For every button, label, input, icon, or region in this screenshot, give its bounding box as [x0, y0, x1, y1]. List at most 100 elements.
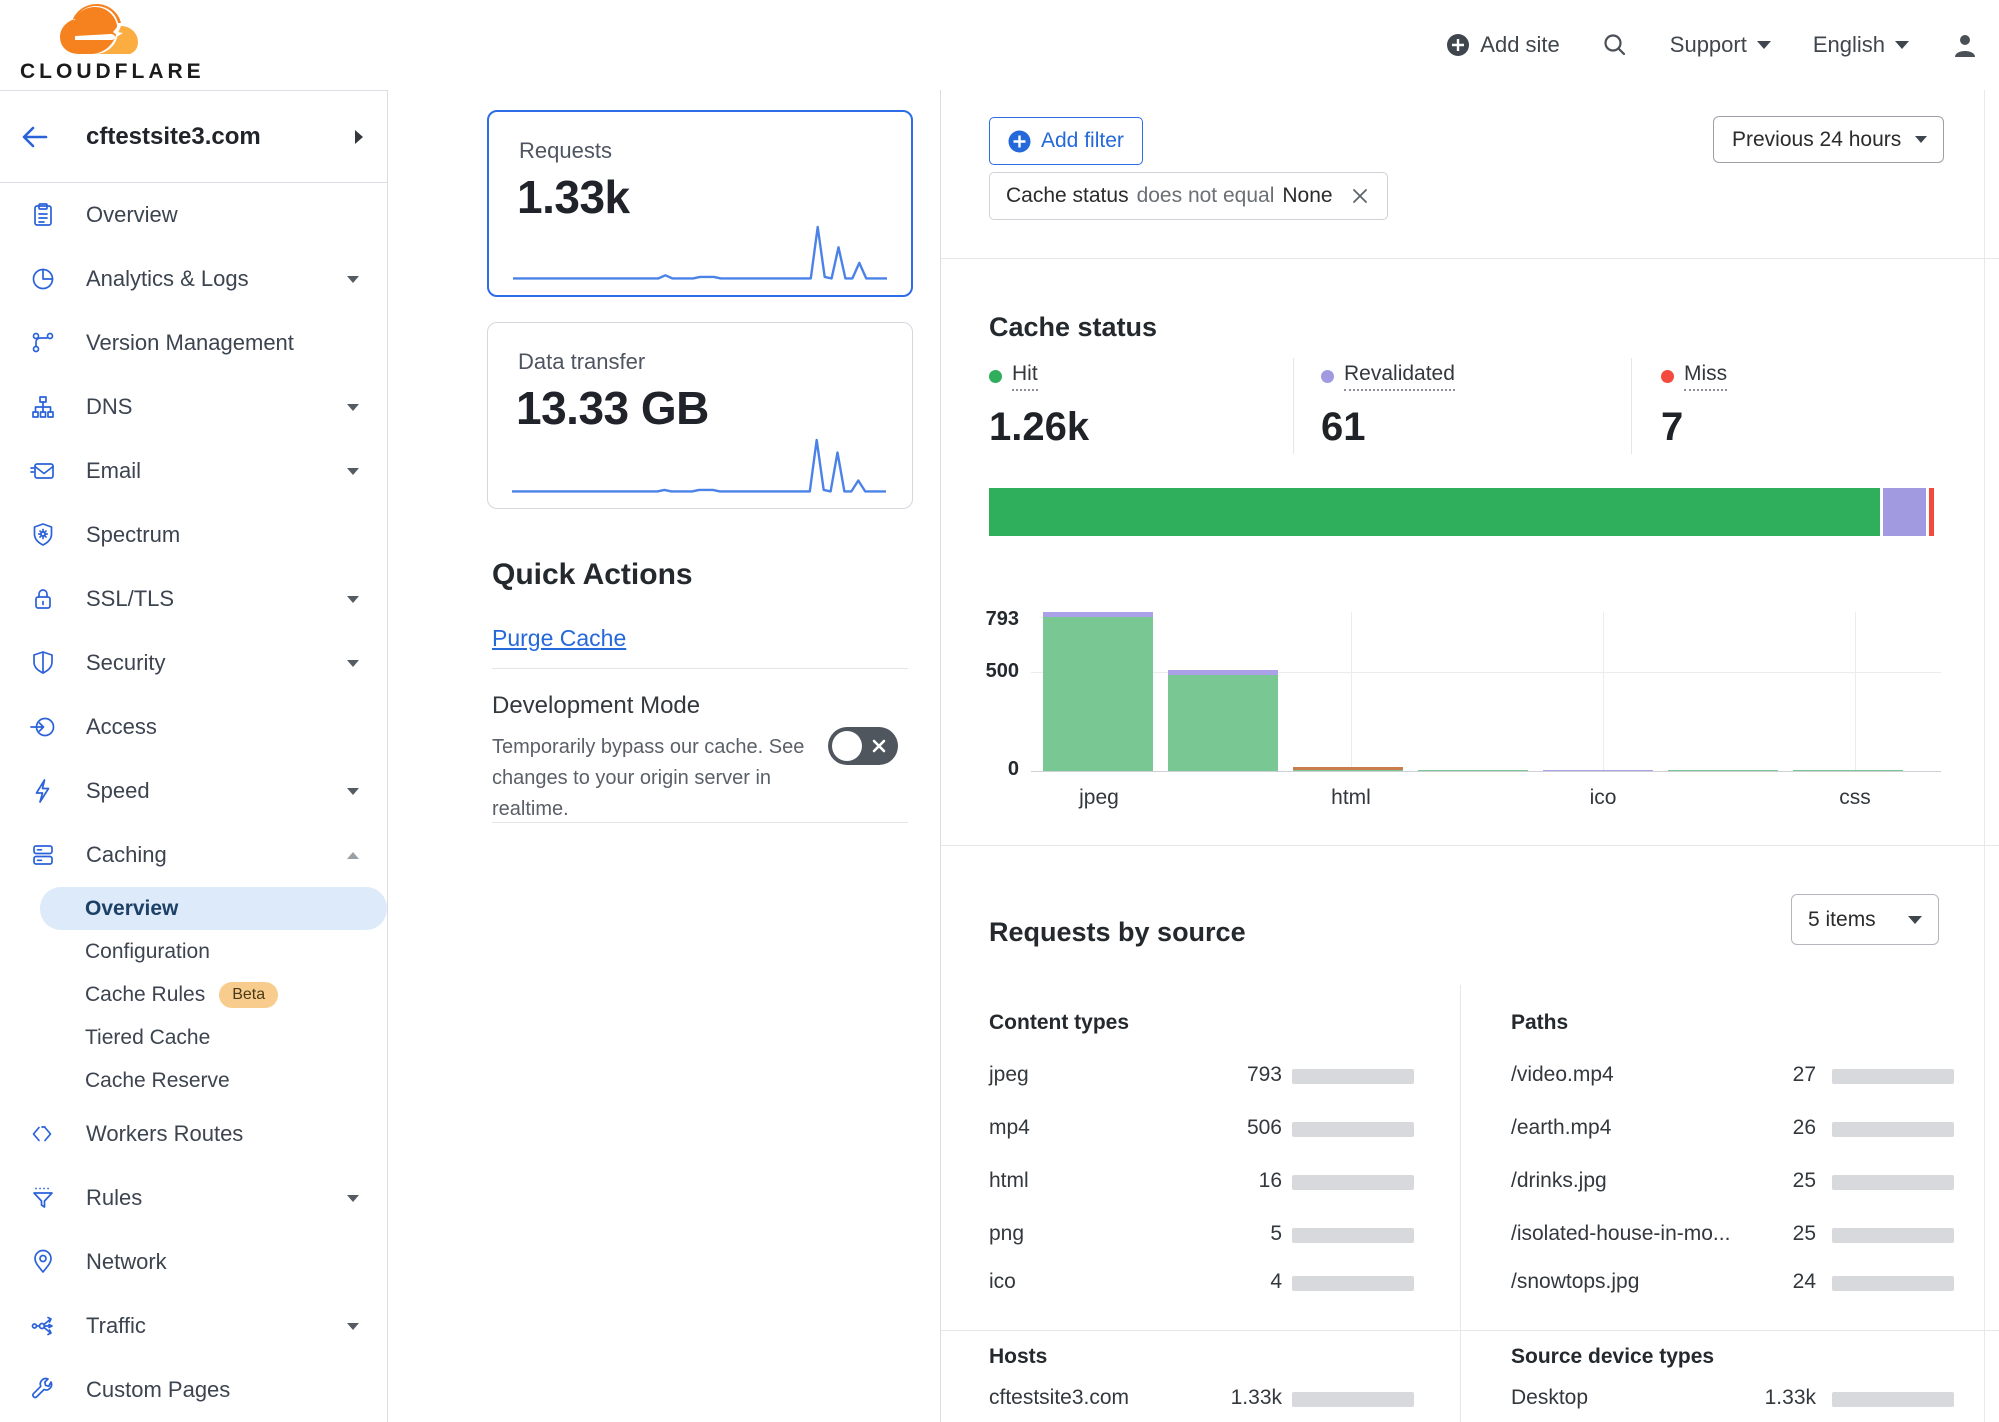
- add-filter-button[interactable]: Add filter: [989, 117, 1143, 165]
- sidebar-item-overview[interactable]: Overview: [0, 183, 387, 247]
- items-count-dropdown[interactable]: 5 items: [1791, 894, 1939, 945]
- sidebar-item-speed[interactable]: Speed: [0, 759, 387, 823]
- chevron-down-icon: [347, 788, 359, 795]
- stat-revalidated-label[interactable]: Revalidated: [1344, 362, 1455, 391]
- toggle-knob: [832, 731, 862, 761]
- device-types-header: Source device types: [1511, 1345, 1714, 1369]
- sidebar-subitem-label: Cache Rules: [85, 983, 205, 1007]
- sidebar-item-network[interactable]: Network: [0, 1230, 387, 1294]
- sidebar: cftestsite3.com Overview Analytics & Log…: [0, 90, 388, 1422]
- purge-cache-link[interactable]: Purge Cache: [492, 625, 626, 652]
- envelope-icon: [30, 458, 56, 484]
- data-transfer-card[interactable]: Data transfer 13.33 GB: [487, 322, 913, 509]
- row-bar: [1832, 1069, 1954, 1084]
- row-bar: [1292, 1122, 1414, 1137]
- row-value: 1.33k: [1706, 1386, 1816, 1410]
- row-value: 1.33k: [1172, 1386, 1282, 1410]
- sidebar-item-label: Version Management: [86, 330, 294, 356]
- sidebar-subitem-label: Cache Reserve: [85, 1069, 230, 1093]
- shield-icon: [30, 650, 56, 676]
- sidebar-item-analytics-logs[interactable]: Analytics & Logs: [0, 247, 387, 311]
- sidebar-item-caching[interactable]: Caching: [0, 823, 387, 887]
- requests-card[interactable]: Requests 1.33k: [487, 110, 913, 297]
- stat-revalidated-value: 61: [1321, 405, 1601, 450]
- requests-sparkline: [513, 221, 887, 283]
- sidebar-item-label: DNS: [86, 394, 132, 420]
- wrench-icon: [30, 1377, 56, 1403]
- chart-bar: [1543, 770, 1653, 771]
- row-value: 5: [1172, 1222, 1282, 1246]
- chart-bar: [1668, 770, 1778, 771]
- x-axis-tick: jpeg: [1039, 786, 1159, 810]
- chevron-right-icon[interactable]: [355, 130, 363, 144]
- chart-bar: [1293, 767, 1403, 771]
- sidebar-item-label: Traffic: [86, 1313, 146, 1339]
- support-menu[interactable]: Support: [1670, 32, 1771, 58]
- chevron-up-icon: [347, 852, 359, 859]
- sidebar-item-security[interactable]: Security: [0, 631, 387, 695]
- sitemap-icon: [30, 394, 56, 420]
- divider: [1460, 1330, 1461, 1422]
- cloudflare-logo[interactable]: CLOUDFLARE: [20, 4, 200, 84]
- sidebar-item-label: Workers Routes: [86, 1121, 243, 1147]
- miss-dot: [1661, 370, 1674, 383]
- stat-hit-label[interactable]: Hit: [1012, 362, 1038, 391]
- sidebar-item-dns[interactable]: DNS: [0, 375, 387, 439]
- row-label: /drinks.jpg: [1511, 1169, 1607, 1193]
- remove-filter-button[interactable]: [1349, 185, 1371, 207]
- sidebar-item-label: Speed: [86, 778, 150, 804]
- sidebar-item-version-management[interactable]: Version Management: [0, 311, 387, 375]
- time-range-dropdown[interactable]: Previous 24 hours: [1713, 116, 1944, 163]
- account-menu[interactable]: [1951, 31, 1979, 59]
- row-label: /earth.mp4: [1511, 1116, 1611, 1140]
- development-mode-toggle[interactable]: [828, 727, 898, 765]
- sidebar-item-traffic[interactable]: Traffic: [0, 1294, 387, 1358]
- row-bar: [1832, 1228, 1954, 1243]
- chevron-down-icon: [347, 1323, 359, 1330]
- row-label: mp4: [989, 1116, 1030, 1140]
- filter-chip[interactable]: Cache status does not equal None: [989, 172, 1388, 220]
- sidebar-item-ssl-tls[interactable]: SSL/TLS: [0, 567, 387, 631]
- development-mode-description: Temporarily bypass our cache. See change…: [492, 732, 832, 825]
- cache-status-distribution-bar: [989, 488, 1934, 536]
- row-value: 25: [1706, 1169, 1816, 1193]
- add-site-button[interactable]: Add site: [1446, 32, 1560, 58]
- search-icon: [1602, 32, 1628, 58]
- chevron-down-icon: [1895, 41, 1909, 49]
- sidebar-item-workers-routes[interactable]: Workers Routes: [0, 1102, 387, 1166]
- row-label: /isolated-house-in-mo...: [1511, 1222, 1730, 1246]
- sidebar-item-spectrum[interactable]: Spectrum: [0, 503, 387, 567]
- sidebar-subitem-cache-reserve[interactable]: Cache Reserve: [0, 1059, 387, 1102]
- chevron-down-icon: [1915, 136, 1927, 143]
- row-label: /snowtops.jpg: [1511, 1270, 1639, 1294]
- sidebar-subitem-tiered-cache[interactable]: Tiered Cache: [0, 1016, 387, 1059]
- paths-header: Paths: [1511, 1011, 1568, 1035]
- sidebar-subitem-cache-rules[interactable]: Cache Rules Beta: [0, 973, 387, 1016]
- revalidated-segment: [1883, 488, 1926, 536]
- back-arrow-icon[interactable]: [20, 124, 50, 150]
- language-label: English: [1813, 32, 1885, 58]
- row-label: jpeg: [989, 1063, 1029, 1087]
- site-selector[interactable]: cftestsite3.com: [0, 91, 387, 183]
- language-menu[interactable]: English: [1813, 32, 1909, 58]
- chart-bar: [1168, 670, 1278, 771]
- add-filter-label: Add filter: [1041, 129, 1124, 153]
- row-value: 16: [1172, 1169, 1282, 1193]
- search-button[interactable]: [1602, 32, 1628, 58]
- sidebar-item-access[interactable]: Access: [0, 695, 387, 759]
- row-bar: [1292, 1175, 1414, 1190]
- sidebar-subitem-caching-overview[interactable]: Overview: [40, 887, 387, 930]
- stat-miss-label[interactable]: Miss: [1684, 362, 1727, 391]
- sidebar-item-rules[interactable]: Rules: [0, 1166, 387, 1230]
- sidebar-item-custom-pages[interactable]: Custom Pages: [0, 1358, 387, 1422]
- plus-circle-icon: [1008, 130, 1031, 153]
- x-axis-tick: ico: [1543, 786, 1663, 810]
- divider: [941, 1330, 1999, 1331]
- row-bar: [1292, 1228, 1414, 1243]
- panel-edge-divider: [1984, 90, 1985, 1422]
- hit-dot: [989, 370, 1002, 383]
- sidebar-item-email[interactable]: Email: [0, 439, 387, 503]
- sidebar-subitem-configuration[interactable]: Configuration: [0, 930, 387, 973]
- funnel-icon: [30, 1185, 56, 1211]
- server-stack-icon: [30, 842, 56, 868]
